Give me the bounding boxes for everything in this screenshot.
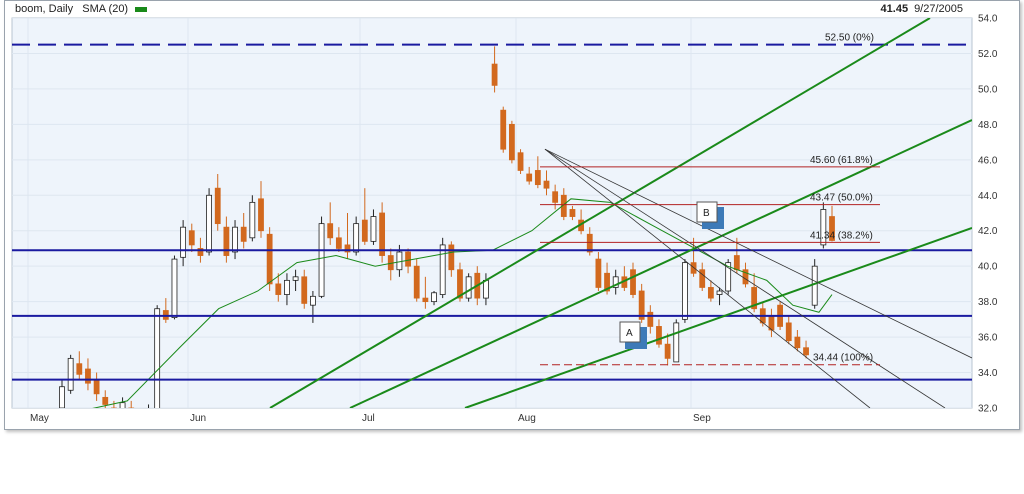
candle-body — [171, 258, 178, 318]
candle-body — [733, 255, 740, 271]
y-tick-label: 34.0 — [978, 368, 998, 379]
y-tick-label: 54.0 — [978, 14, 998, 25]
candle-body — [664, 343, 671, 359]
price-chart[interactable]: 32.0 34.0 36.0 38.0 40.0 42.0 44.0 46.0 48.0 50.0… — [0, 0, 1024, 494]
candle-body — [673, 322, 680, 363]
candle-body — [422, 297, 429, 303]
candle-body — [647, 311, 654, 327]
candle-body — [405, 251, 411, 267]
candle-body — [266, 233, 273, 285]
candle-body — [258, 198, 264, 232]
y-tick-label: 42.0 — [978, 226, 998, 237]
y-tick-label: 44.0 — [978, 191, 998, 202]
candle-body — [223, 226, 230, 256]
candle-body — [465, 276, 472, 299]
candle-body — [146, 412, 151, 417]
candle-body — [67, 357, 74, 391]
marker-label: B — [703, 208, 710, 219]
x-tick-label: Aug — [518, 413, 536, 424]
candle-body — [318, 223, 325, 297]
candle-body — [353, 223, 360, 253]
candle-body — [508, 123, 515, 161]
y-tick-label: 38.0 — [978, 297, 998, 308]
candle-body — [292, 276, 299, 281]
y-tick-label: 52.0 — [978, 49, 998, 60]
candle-body — [119, 402, 126, 408]
candle-body — [309, 295, 316, 306]
candle-body — [379, 212, 386, 256]
candle-body — [137, 410, 142, 419]
candle-body — [707, 287, 714, 299]
candle-body — [396, 251, 403, 271]
candle-body — [552, 191, 559, 203]
candle-body — [483, 279, 489, 299]
candle-body — [232, 226, 238, 253]
candle-body — [811, 265, 818, 306]
candle-body — [569, 209, 576, 217]
candle-body — [431, 292, 437, 303]
candle-body — [154, 308, 161, 408]
y-tick-label: 46.0 — [978, 155, 998, 166]
candle-body — [534, 170, 541, 186]
candle-body — [413, 265, 420, 299]
candle-body — [284, 279, 290, 295]
candle-body — [491, 63, 498, 86]
y-tick-label: 50.0 — [978, 84, 998, 95]
candle-body — [656, 326, 662, 345]
x-tick-label: Jul — [362, 413, 375, 424]
candle-body — [803, 347, 809, 356]
fib-level-label: 45.60 (61.8%) — [810, 155, 873, 166]
candle-body — [188, 230, 195, 246]
candle-body — [785, 322, 792, 342]
y-tick-label: 48.0 — [978, 120, 998, 131]
candle-body — [682, 262, 688, 320]
candle-body — [327, 223, 334, 239]
candle-body — [595, 258, 602, 288]
fib-level-label: 43.47 (50.0%) — [810, 193, 873, 204]
candle-body — [59, 386, 65, 408]
candle-body — [699, 269, 706, 288]
candle-body — [500, 109, 507, 150]
candle-body — [85, 368, 91, 384]
candle-body — [102, 396, 109, 405]
candle-body — [794, 336, 801, 349]
candle-body — [517, 152, 524, 171]
candle-body — [448, 244, 455, 271]
candle-body — [630, 269, 636, 295]
candle-body — [439, 244, 446, 295]
candle-body — [128, 407, 135, 408]
candle-body — [370, 216, 377, 242]
candle-body — [249, 201, 256, 239]
candle-body — [716, 290, 723, 295]
candle-body — [543, 180, 550, 189]
fib-level-label: 41.34 (38.2%) — [810, 230, 873, 241]
candle-body — [76, 363, 83, 375]
candle-body — [180, 226, 187, 258]
marker-label: A — [626, 328, 633, 339]
candle-body — [275, 283, 282, 295]
y-tick-label: 32.0 — [978, 404, 998, 415]
x-tick-label: Jun — [190, 413, 206, 424]
x-tick-label: Sep — [693, 413, 711, 424]
candle-body — [240, 226, 247, 242]
candle-body — [335, 237, 342, 249]
candle-body — [301, 276, 308, 304]
y-tick-label: 40.0 — [978, 262, 998, 273]
fib-level-label: 34.44 (100%) — [813, 353, 873, 364]
candle-body — [361, 219, 368, 242]
y-tick-label: 36.0 — [978, 333, 998, 344]
candle-body — [93, 379, 100, 395]
candle-body — [111, 407, 117, 408]
candle-body — [214, 187, 221, 225]
candle-body — [526, 173, 533, 182]
fib-level-label: 52.50 (0%) — [825, 33, 874, 44]
x-tick-label: May — [30, 413, 49, 424]
candle-body — [206, 194, 212, 253]
